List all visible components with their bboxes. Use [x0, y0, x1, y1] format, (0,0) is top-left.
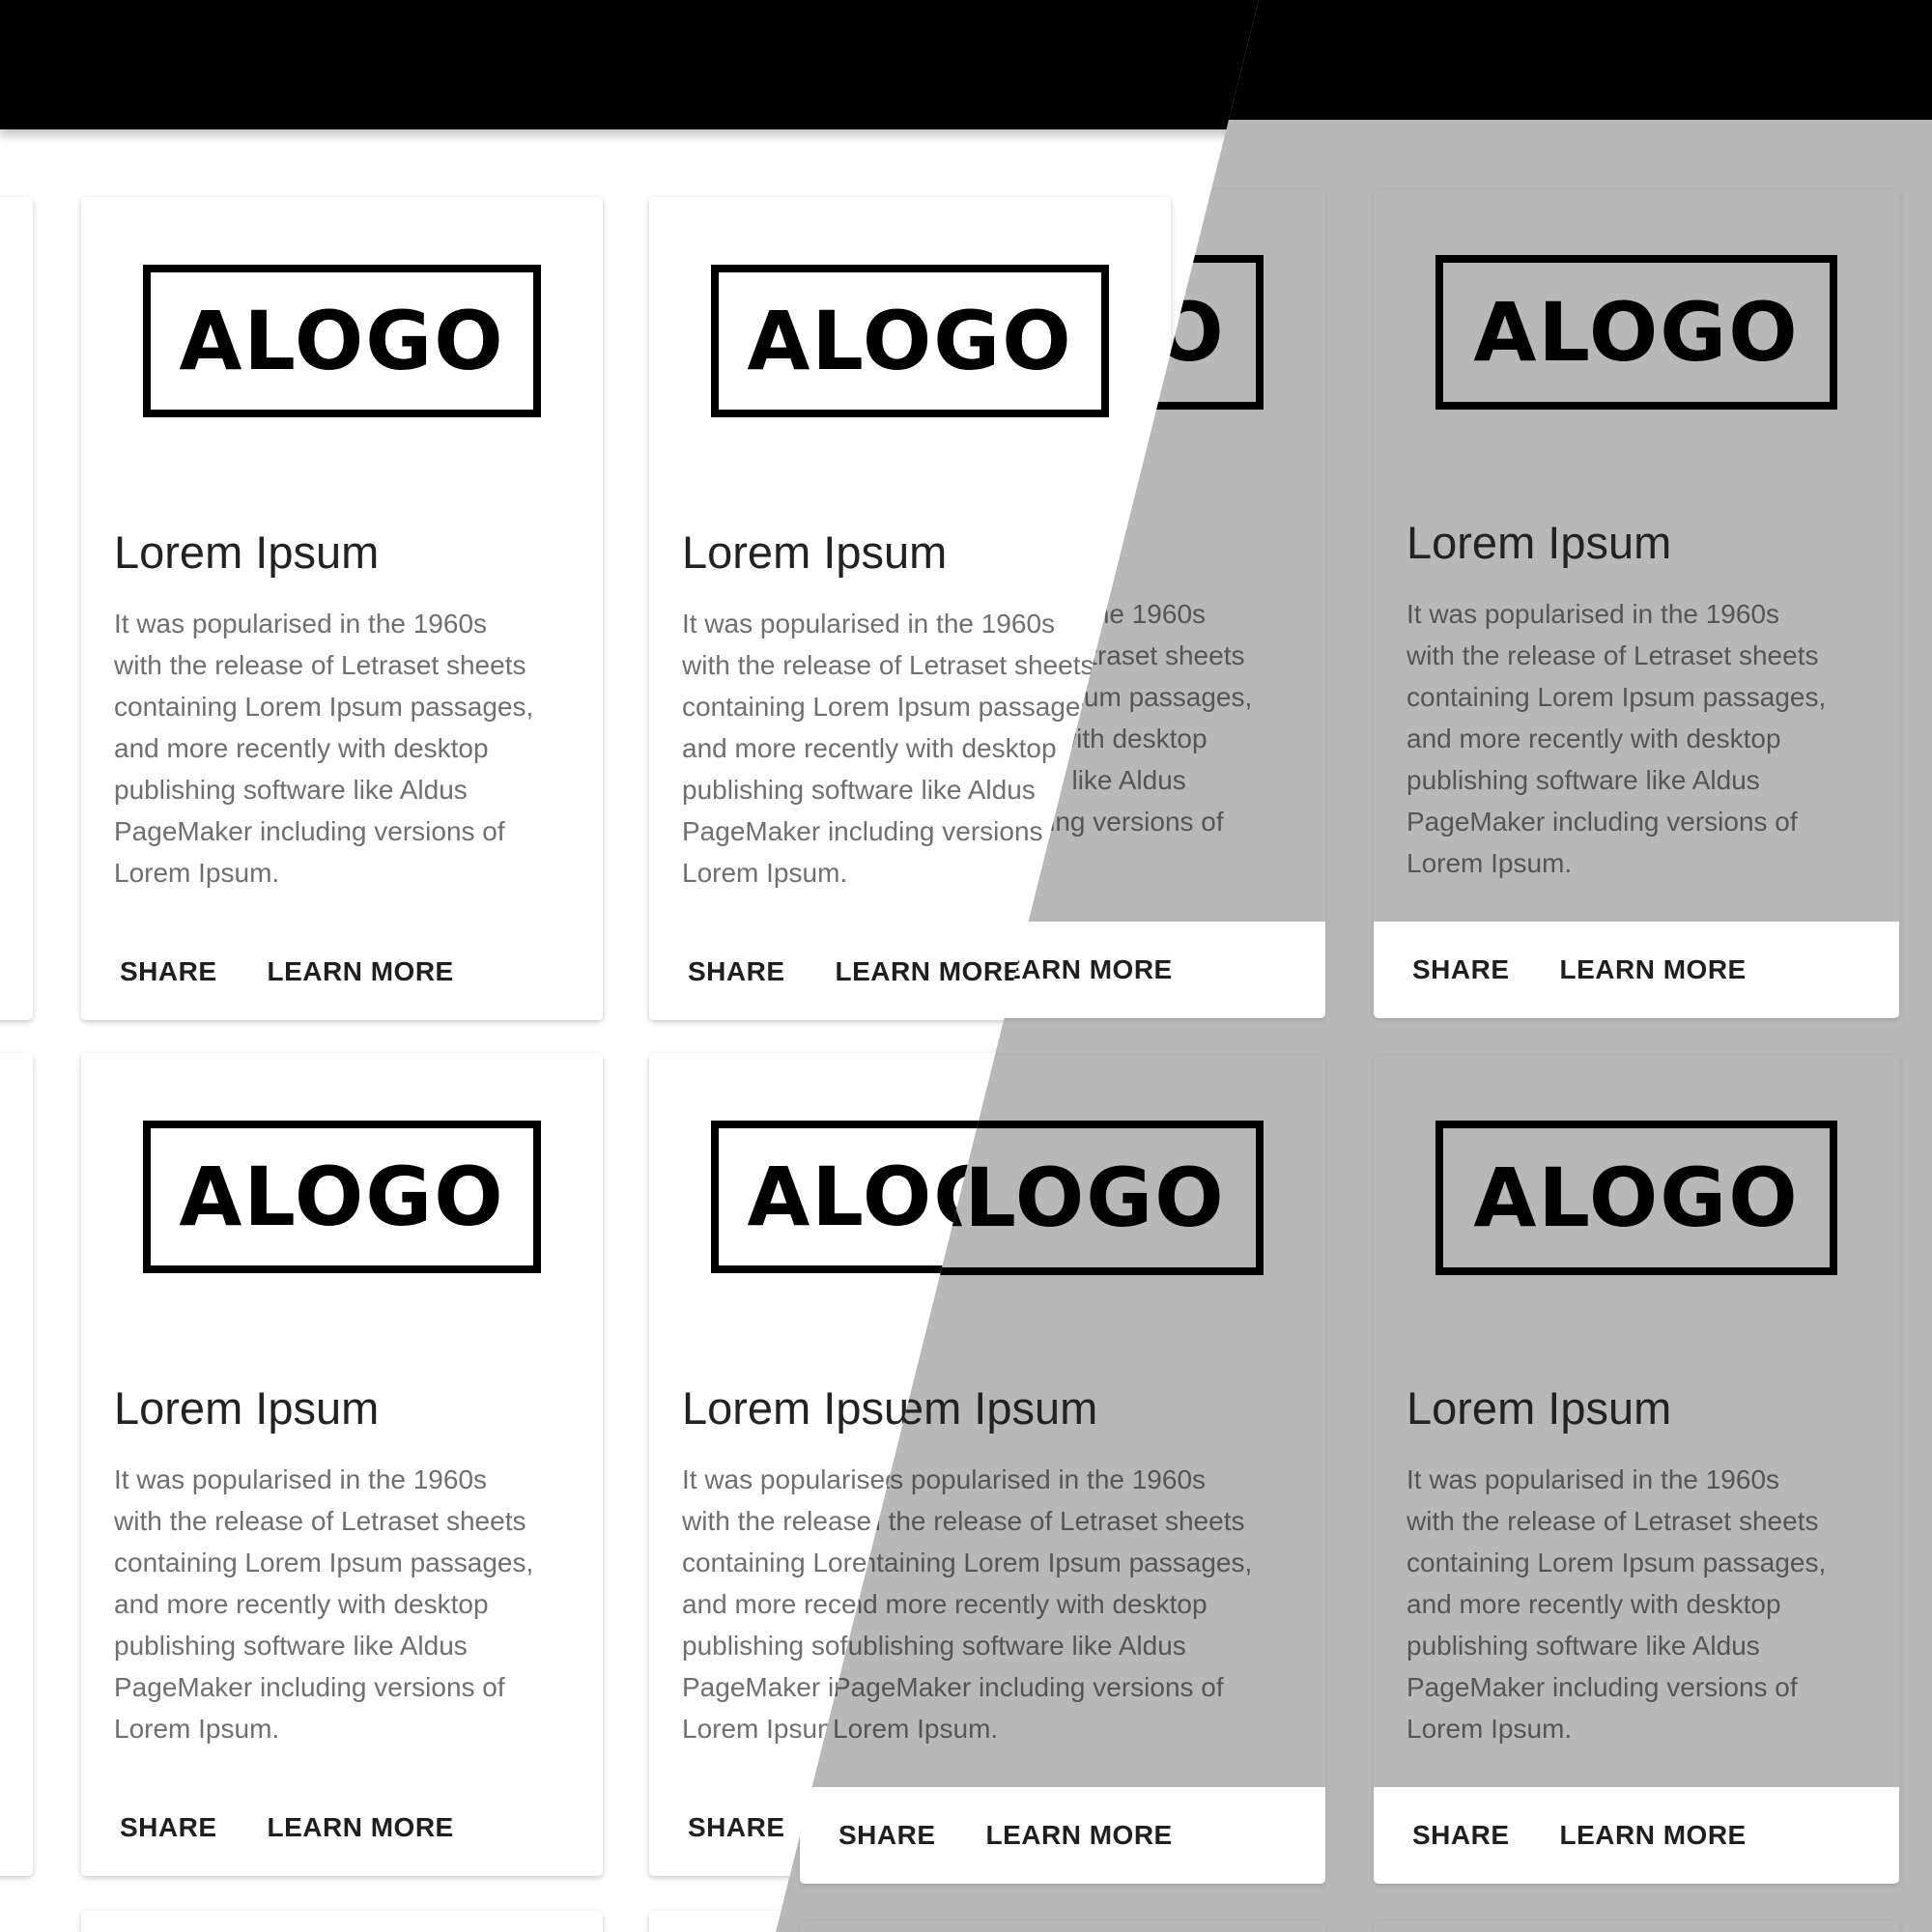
- card-actions: SHARE LEARN MORE: [81, 1779, 603, 1876]
- share-button[interactable]: SHARE: [112, 1812, 225, 1843]
- share-button[interactable]: SHARE: [1405, 1820, 1518, 1851]
- learn-more-button[interactable]: LEARN MORE: [828, 956, 1030, 987]
- logo-text: ALOGO: [179, 294, 505, 388]
- logo: ALOGO: [143, 1121, 541, 1273]
- logo-text: ALOGO: [1473, 285, 1800, 380]
- card-body: It was popularised in the 1960s with the…: [114, 609, 534, 888]
- card: ALOGO Lorem Ipsum It was popularised in …: [81, 1053, 603, 1876]
- logo-text: ALOGO: [1473, 1151, 1800, 1245]
- share-button[interactable]: SHARE: [680, 956, 793, 987]
- card-body: It was popularised in the 1960s with the…: [1406, 1464, 1827, 1744]
- logo: ALOGO: [1435, 1121, 1837, 1275]
- card-title: Lorem Ipsum: [1406, 517, 1672, 568]
- learn-more-button[interactable]: LEARN MORE: [979, 1820, 1180, 1851]
- card-title: Lorem Ipsum: [1406, 1382, 1672, 1434]
- logo: ALOGO: [711, 265, 1109, 417]
- card: ALOGO Lorem Ipsum It was popularised in …: [1374, 1055, 1899, 1884]
- card-body: It was popularised in the 1960s with the…: [682, 609, 1102, 888]
- share-button[interactable]: SHARE: [831, 1820, 944, 1851]
- learn-more-button[interactable]: LEARN MORE: [1552, 954, 1754, 985]
- card: [81, 1911, 603, 1932]
- card-actions: SHARE LEARN MORE: [800, 1787, 1325, 1884]
- logo: ALOGO: [1435, 255, 1837, 410]
- logo-text: ALOGO: [747, 294, 1073, 388]
- card: [0, 197, 33, 1020]
- logo: ALOGO: [143, 265, 541, 417]
- learn-more-button[interactable]: LEARN MORE: [260, 956, 462, 987]
- logo-text: ALOGO: [179, 1150, 505, 1244]
- card-actions: SHARE LEARN MORE: [81, 923, 603, 1020]
- card: ALOGO Lorem Ipsum It was popularised in …: [1374, 189, 1899, 1018]
- card-actions: SHARE LEARN MORE: [1374, 922, 1899, 1018]
- share-button[interactable]: SHARE: [112, 956, 225, 987]
- card: [0, 1053, 33, 1876]
- card-body: It was popularised in the 1960s with the…: [1406, 599, 1827, 878]
- share-button[interactable]: SHARE: [680, 1812, 793, 1843]
- learn-more-button[interactable]: LEARN MORE: [260, 1812, 462, 1843]
- card-title: Lorem Ipsum: [114, 526, 380, 578]
- card-actions: SHARE LEARN MORE: [1374, 1787, 1899, 1884]
- card: [1374, 1920, 1899, 1932]
- card-body: It was popularised in the 1960s with the…: [833, 1464, 1253, 1744]
- card: [800, 1920, 1325, 1932]
- learn-more-button[interactable]: LEARN MORE: [1552, 1820, 1754, 1851]
- card-body: It was popularised in the 1960s with the…: [114, 1464, 534, 1744]
- card-title: Lorem Ipsum: [114, 1382, 380, 1434]
- card-title: Lorem Ipsum: [682, 526, 948, 578]
- card: ALOGO Lorem Ipsum It was popularised in …: [81, 197, 603, 1020]
- share-button[interactable]: SHARE: [1405, 954, 1518, 985]
